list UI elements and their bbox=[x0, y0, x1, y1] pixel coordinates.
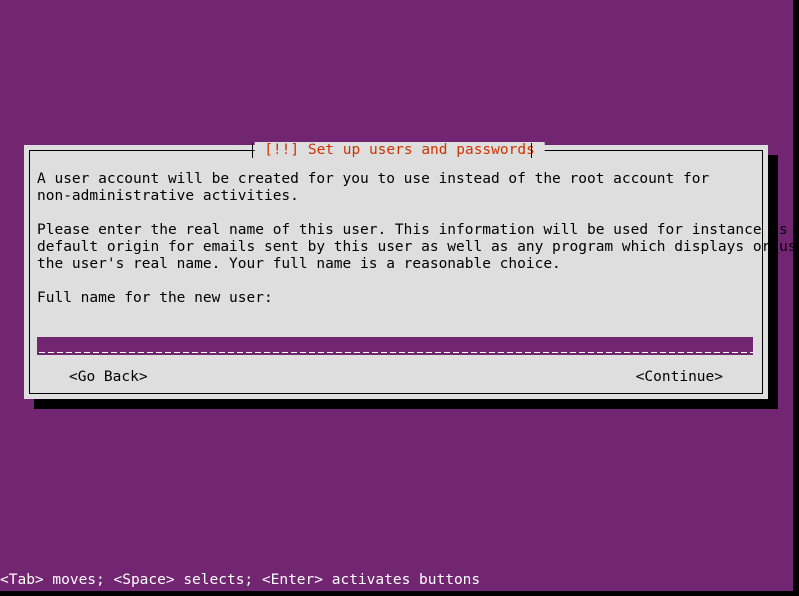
go-back-button[interactable]: <Go Back> bbox=[69, 369, 148, 386]
dialog-title: [!!] Set up users and passwords bbox=[254, 142, 545, 159]
input-underline bbox=[39, 352, 753, 353]
title-rule-left bbox=[252, 143, 253, 158]
status-bar-hint: <Tab> moves; <Space> selects; <Enter> ac… bbox=[0, 569, 793, 591]
title-rule-right bbox=[531, 143, 532, 158]
full-name-label: Full name for the new user: bbox=[37, 290, 273, 306]
full-name-input-row[interactable]: Mel bbox=[37, 337, 753, 355]
screen-edge-right bbox=[793, 0, 799, 596]
intro-paragraph: A user account will be created for you t… bbox=[37, 171, 710, 204]
instructions-paragraph: Please enter the real name of this user.… bbox=[37, 222, 799, 272]
screen-edge-bottom bbox=[0, 591, 799, 596]
dialog-content: A user account will be created for you t… bbox=[37, 171, 799, 389]
dialog-button-row: <Go Back> <Continue> bbox=[37, 369, 749, 386]
terminal-screen: A user account will be created for you t… bbox=[0, 0, 799, 596]
continue-button[interactable]: <Continue> bbox=[636, 369, 723, 386]
setup-users-dialog: A user account will be created for you t… bbox=[24, 145, 799, 399]
full-name-input[interactable]: Mel bbox=[37, 337, 753, 355]
